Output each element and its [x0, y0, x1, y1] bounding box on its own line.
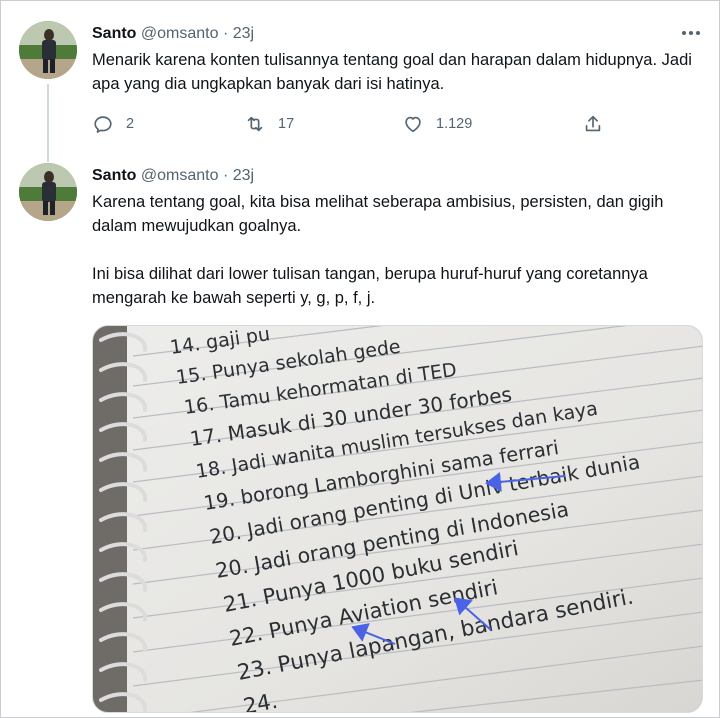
tweet-header: Santo @omsanto · 23j — [92, 166, 254, 186]
share-icon — [585, 115, 601, 132]
tweet-paragraph-spacer — [92, 238, 692, 262]
reply-button[interactable]: 2 — [92, 111, 134, 137]
reply-count: 2 — [126, 116, 135, 132]
timestamp[interactable]: 23j — [233, 25, 254, 42]
tweet-text: Karena tentang goal, kita bisa melihat s… — [92, 190, 692, 310]
reply-icon — [94, 116, 112, 133]
avatar[interactable] — [19, 163, 77, 221]
tweet-paragraph-1: Karena tentang goal, kita bisa melihat s… — [92, 193, 664, 235]
username[interactable]: @omsanto — [141, 25, 219, 42]
tweet-2[interactable]: Santo @omsanto · 23j Karena tentang goal… — [0, 150, 720, 718]
tweet-paragraph-2: Ini bisa dilihat dari lower tulisan tang… — [92, 265, 648, 307]
retweet-count: 17 — [278, 116, 295, 132]
retweet-icon — [247, 116, 263, 132]
tweet-actions: 2 17 1.129 — [92, 111, 612, 137]
separator-dot: · — [222, 167, 229, 184]
display-name[interactable]: Santo — [92, 25, 136, 42]
separator-dot: · — [222, 25, 229, 42]
like-button[interactable]: 1.129 — [402, 111, 472, 137]
timestamp[interactable]: 23j — [233, 167, 254, 184]
like-count: 1.129 — [436, 116, 473, 132]
thread-line-top — [47, 150, 49, 162]
tweet-header: Santo @omsanto · 23j — [92, 24, 254, 44]
heart-icon — [405, 116, 421, 133]
display-name[interactable]: Santo — [92, 167, 136, 184]
username[interactable]: @omsanto — [141, 167, 219, 184]
retweet-button[interactable]: 17 — [244, 111, 294, 137]
thread-line — [47, 84, 49, 154]
more-icon[interactable] — [680, 22, 702, 49]
tweet-1[interactable]: Santo @omsanto · 23j Menarik karena kont… — [0, 0, 720, 154]
share-button[interactable] — [582, 111, 604, 137]
notebook-photo: 14. gaji pu 15. Punya sekolah gede 16. T… — [93, 326, 702, 712]
avatar[interactable] — [19, 21, 77, 79]
tweet-text: Menarik karena konten tulisannya tentang… — [92, 51, 692, 93]
tweet-media-image[interactable]: 14. gaji pu 15. Punya sekolah gede 16. T… — [92, 325, 703, 713]
